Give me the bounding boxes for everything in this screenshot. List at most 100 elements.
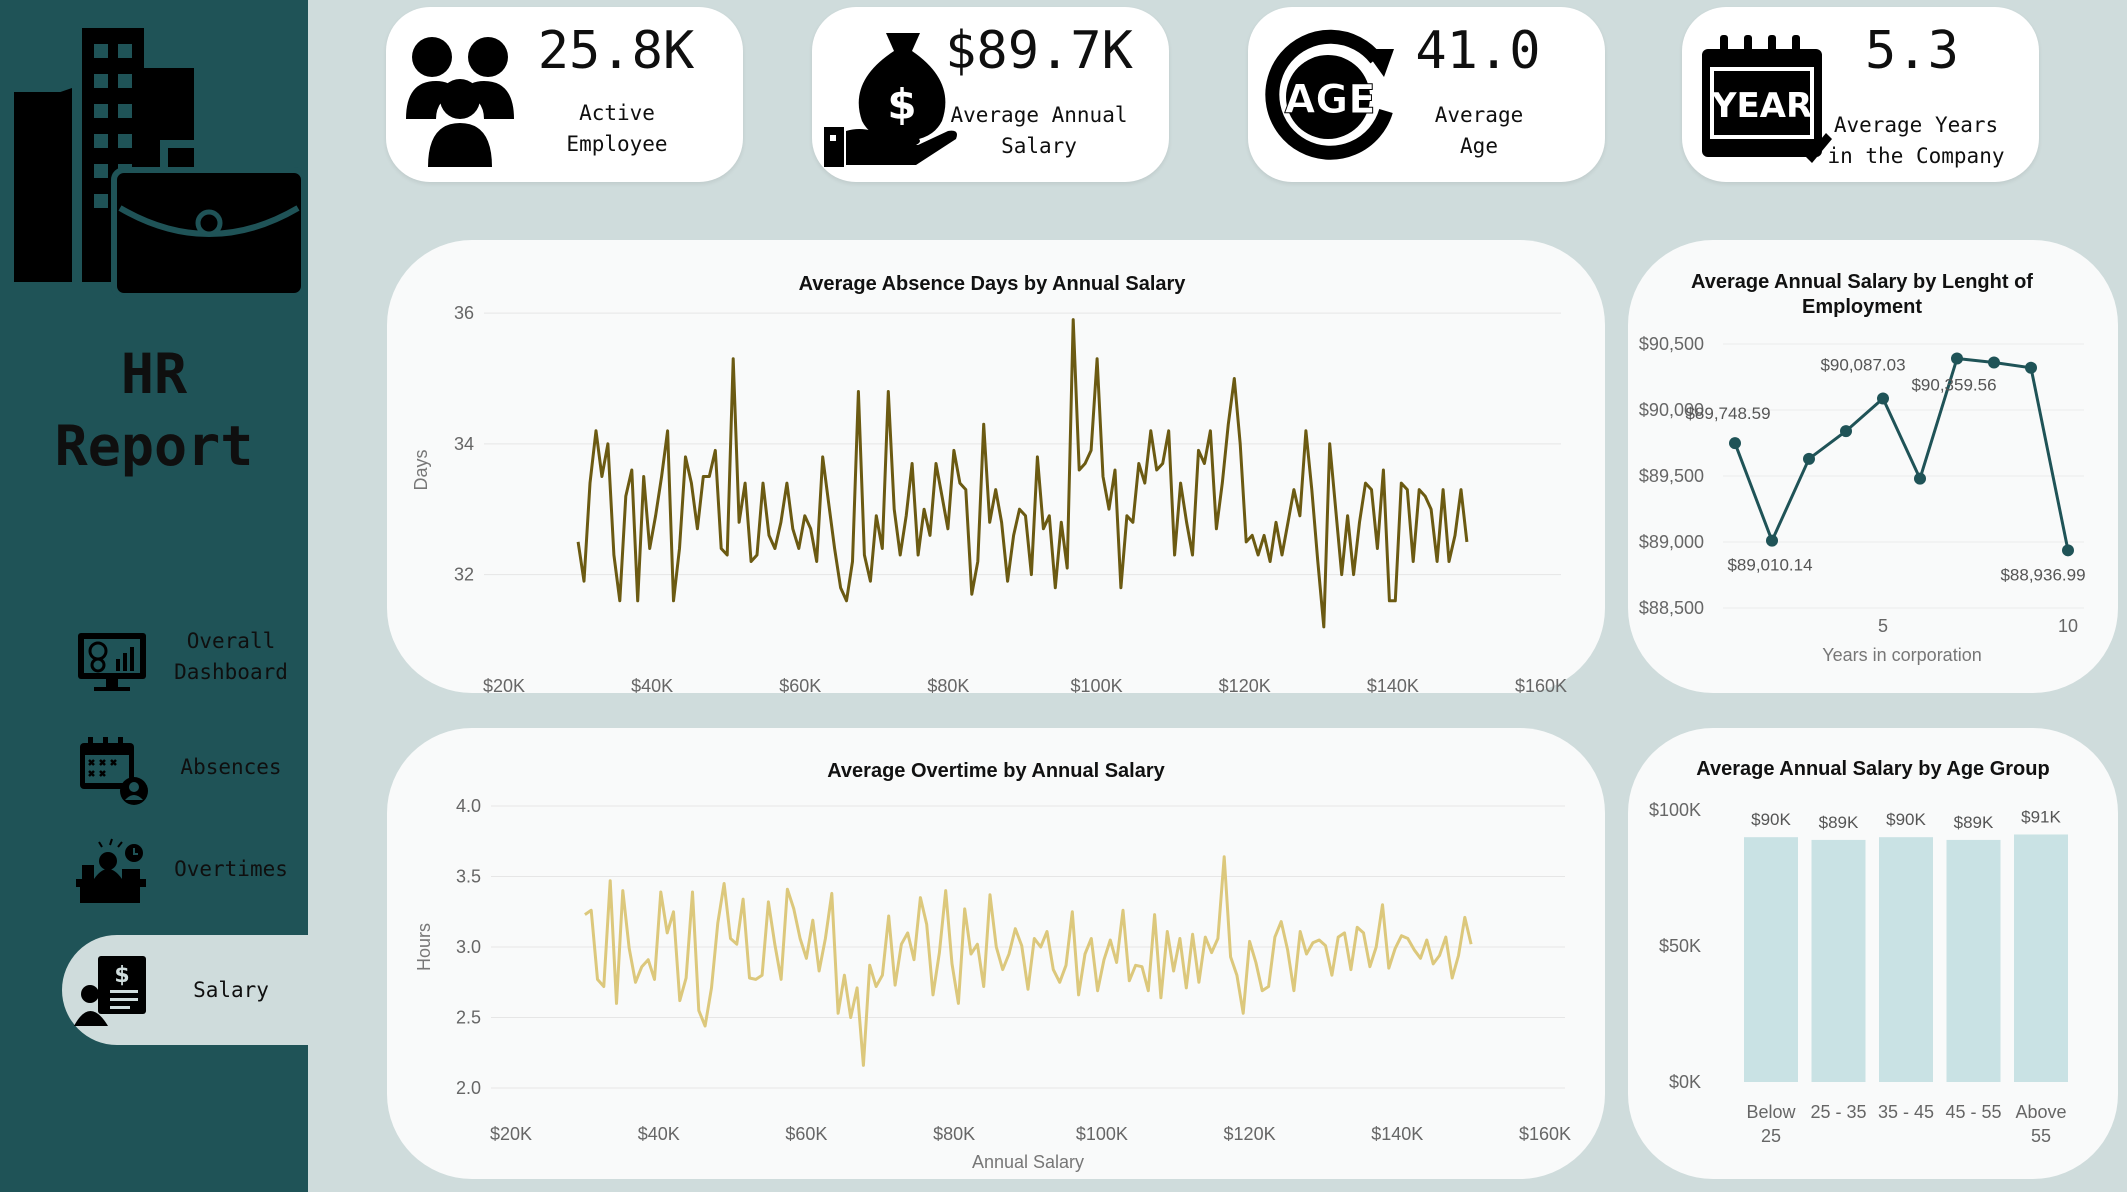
x-tick-label: $160K — [1519, 1124, 1571, 1144]
chart-title: Average Absence Days by Annual Salary — [799, 273, 1187, 295]
nav-label: Salary — [193, 977, 269, 1002]
data-label: $90,359.56 — [1911, 376, 1996, 395]
salary-by-tenure-chart: Average Annual Salary by Lenght of Employ… — [1639, 271, 2086, 665]
svg-text:$: $ — [114, 963, 129, 988]
salary-by-age-chart: Average Annual Salary by Age Group $0K $50… — [1649, 758, 2068, 1146]
chart-title: Average Annual Salary by Age Group — [1696, 758, 2049, 780]
y-tick-label: 3.0 — [456, 937, 481, 957]
x-tick-label: $100K — [1076, 1124, 1128, 1144]
overtime-chart-card: Average Overtime by Annual Salary 2.0 2.5 3… — [387, 728, 1605, 1179]
x-axis-label: Years in corporation — [1822, 645, 1981, 665]
x-tick-label: $20K — [490, 1124, 532, 1144]
kpi-value: $89.7K — [945, 21, 1133, 81]
svg-text:YEAR: YEAR — [1711, 86, 1812, 126]
x-tick-label: 45 - 55 — [1945, 1102, 2001, 1122]
tenure-salary-chart-card: Average Annual Salary by Lenght of Employ… — [1628, 240, 2118, 693]
kpi-label: Active Employee — [566, 101, 668, 156]
kpi-value: 25.8K — [537, 21, 695, 81]
x-tick-label: 10 — [2058, 616, 2078, 636]
absence-chart-card: Average Absence Days by Annual Salary 32 3… — [387, 240, 1605, 693]
salary-document-icon: $ — [74, 956, 146, 1026]
y-tick-label: $89,500 — [1639, 466, 1704, 486]
series-line — [576, 318, 1469, 629]
y-tick-label: $88,500 — [1639, 598, 1704, 618]
kpi-value: 41.0 — [1415, 21, 1541, 81]
chart-title: Average Annual Salary by Lenght of Employ… — [1691, 271, 2033, 318]
x-tick-label: $160K — [1515, 676, 1567, 693]
bar — [2014, 834, 2068, 1082]
nav-label: Overtimes — [174, 856, 288, 881]
kpi-average-age: AGE 41.0 Average Age — [1248, 7, 1605, 182]
kpi-label: Average Age — [1434, 103, 1524, 158]
x-axis-label: Annual Salary — [972, 1152, 1084, 1172]
data-point — [1840, 425, 1852, 438]
report-title: HR Report — [54, 342, 254, 478]
bar — [1811, 839, 1866, 1082]
series-line — [584, 855, 1473, 1067]
absence-days-chart: Average Absence Days by Annual Salary 32 3… — [411, 273, 1567, 693]
x-tick-label: $40K — [631, 676, 673, 693]
data-point — [1803, 452, 1815, 465]
y-tick-label: 36 — [454, 303, 474, 323]
data-point — [1766, 534, 1778, 547]
x-tick-label: Below 25 — [1746, 1102, 1796, 1146]
y-tick-label: $89,000 — [1639, 532, 1704, 552]
data-label: $91K — [2021, 807, 2061, 826]
data-point — [1988, 356, 2000, 369]
y-tick-label: $100K — [1649, 800, 1701, 820]
y-axis-label: Days — [411, 449, 431, 490]
nav-salary[interactable]: $ Salary — [62, 935, 308, 1045]
data-label: $89,010.14 — [1727, 556, 1812, 575]
bar — [1744, 837, 1798, 1082]
nav-label: Overall Dashboard — [174, 629, 288, 684]
x-tick-label: $120K — [1224, 1124, 1276, 1144]
x-tick-label: $80K — [933, 1124, 975, 1144]
y-tick-label: $90,500 — [1639, 334, 1704, 354]
x-tick-label: Above 55 — [2015, 1102, 2066, 1146]
data-point — [2062, 544, 2074, 557]
y-tick-label: $50K — [1659, 936, 1701, 956]
data-label: $90K — [1751, 810, 1791, 829]
overtime-chart: Average Overtime by Annual Salary 2.0 2.5 3… — [414, 760, 1571, 1172]
y-tick-label: 2.5 — [456, 1008, 481, 1028]
x-tick-label: $40K — [638, 1124, 680, 1144]
bar — [1879, 837, 1933, 1082]
x-tick-label: $120K — [1219, 676, 1271, 693]
x-tick-label: $20K — [483, 676, 525, 693]
y-tick-label: 34 — [454, 434, 474, 454]
data-point — [1914, 472, 1926, 485]
nav-absences[interactable]: Absences — [62, 712, 308, 822]
office-briefcase-logo-icon — [14, 28, 304, 298]
data-label: $89K — [1954, 813, 1994, 832]
nav-overtimes[interactable]: Overtimes — [62, 814, 308, 924]
kpi-label: Average Annual Salary — [950, 103, 1128, 158]
svg-text:AGE: AGE — [1284, 77, 1375, 123]
y-tick-label: 32 — [454, 565, 474, 585]
calendar-user-icon — [80, 737, 148, 805]
kpi-active-employee: 25.8K Active Employee — [386, 7, 743, 182]
y-axis-label: Hours — [414, 923, 434, 971]
x-tick-label: $140K — [1367, 676, 1419, 693]
data-point — [1877, 392, 1889, 405]
bar — [1946, 839, 2001, 1082]
x-tick-label: $60K — [779, 676, 821, 693]
y-tick-label: $0K — [1669, 1072, 1701, 1092]
sidebar: HR Report Overall Dashboard Absences Ove… — [0, 0, 308, 1192]
data-point — [2025, 361, 2037, 374]
kpi-label: Average Years in the Company — [1827, 113, 2005, 168]
kpi-average-years: YEAR 5.3 Average Years in the Company — [1682, 7, 2039, 182]
nav-overall-dashboard[interactable]: Overall Dashboard — [62, 602, 308, 712]
data-label: $89K — [1819, 813, 1859, 832]
data-label: $89,748.59 — [1685, 404, 1770, 423]
svg-text:$: $ — [887, 80, 916, 129]
x-tick-label: $80K — [927, 676, 969, 693]
x-tick-label: 35 - 45 — [1878, 1102, 1934, 1122]
x-tick-label: $60K — [785, 1124, 827, 1144]
x-tick-label: $140K — [1371, 1124, 1423, 1144]
chart-title: Average Overtime by Annual Salary — [827, 760, 1165, 782]
y-tick-label: 4.0 — [456, 796, 481, 816]
data-label: $90,087.03 — [1820, 356, 1905, 375]
desk-clock-icon — [76, 838, 146, 903]
data-point — [1729, 437, 1741, 450]
data-point — [1951, 352, 1963, 365]
